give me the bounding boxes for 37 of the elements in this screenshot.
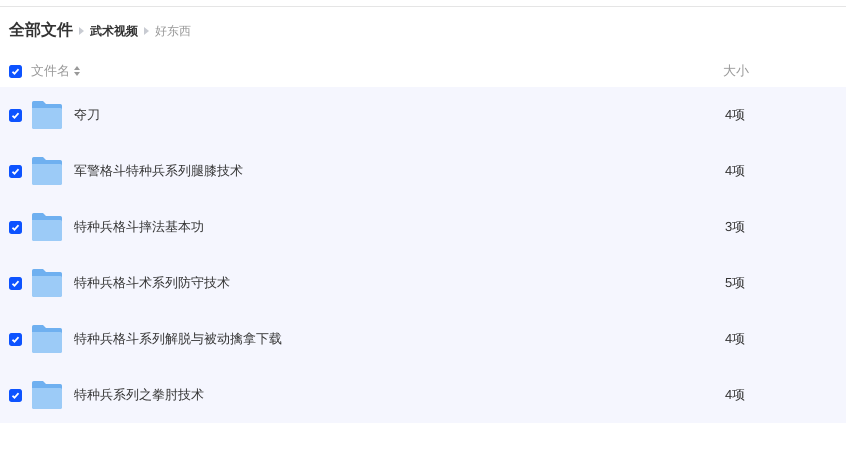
folder-icon (32, 381, 62, 409)
file-name: 军警格斗特种兵系列腿膝技术 (74, 162, 244, 180)
checkbox[interactable] (9, 108, 22, 122)
sort-icon[interactable] (74, 66, 80, 76)
breadcrumb-item[interactable]: 全部文件 (9, 19, 73, 43)
checkbox[interactable] (9, 332, 22, 346)
checkbox[interactable] (9, 276, 22, 290)
checkbox[interactable] (9, 64, 22, 78)
file-row[interactable]: 特种兵系列之拳肘技术 4项 (0, 367, 846, 423)
file-row[interactable]: 特种兵格斗摔法基本功 3项 (0, 199, 846, 255)
file-row[interactable]: 夺刀 4项 (0, 87, 846, 143)
file-size: 5项 (725, 274, 746, 292)
file-size: 4项 (725, 106, 746, 124)
folder-icon (32, 157, 62, 185)
file-row[interactable]: 特种兵格斗术系列防守技术 5项 (0, 255, 846, 311)
folder-icon (32, 325, 62, 353)
folder-icon (32, 213, 62, 241)
breadcrumb-item[interactable]: 武术视频 (90, 22, 138, 40)
file-row[interactable]: 特种兵格斗系列解脱与被动擒拿下载 4项 (0, 311, 846, 367)
file-name: 特种兵格斗系列解脱与被动擒拿下载 (74, 330, 283, 348)
file-name: 特种兵格斗摔法基本功 (74, 218, 205, 236)
checkbox[interactable] (9, 388, 22, 402)
folder-icon (32, 101, 62, 129)
checkbox[interactable] (9, 220, 22, 234)
file-name: 夺刀 (74, 106, 101, 124)
folder-icon (32, 269, 62, 297)
chevron-icon (144, 27, 149, 35)
checkbox[interactable] (9, 164, 22, 178)
file-name: 特种兵格斗术系列防守技术 (74, 274, 231, 292)
file-row[interactable]: 军警格斗特种兵系列腿膝技术 4项 (0, 143, 846, 199)
file-size: 4项 (725, 162, 746, 180)
column-header: 大小 (723, 62, 749, 80)
file-size: 3项 (725, 218, 746, 236)
file-name: 特种兵系列之拳肘技术 (74, 386, 205, 404)
chevron-icon (79, 27, 84, 35)
file-size: 4项 (725, 386, 746, 404)
file-size: 4项 (725, 330, 746, 348)
